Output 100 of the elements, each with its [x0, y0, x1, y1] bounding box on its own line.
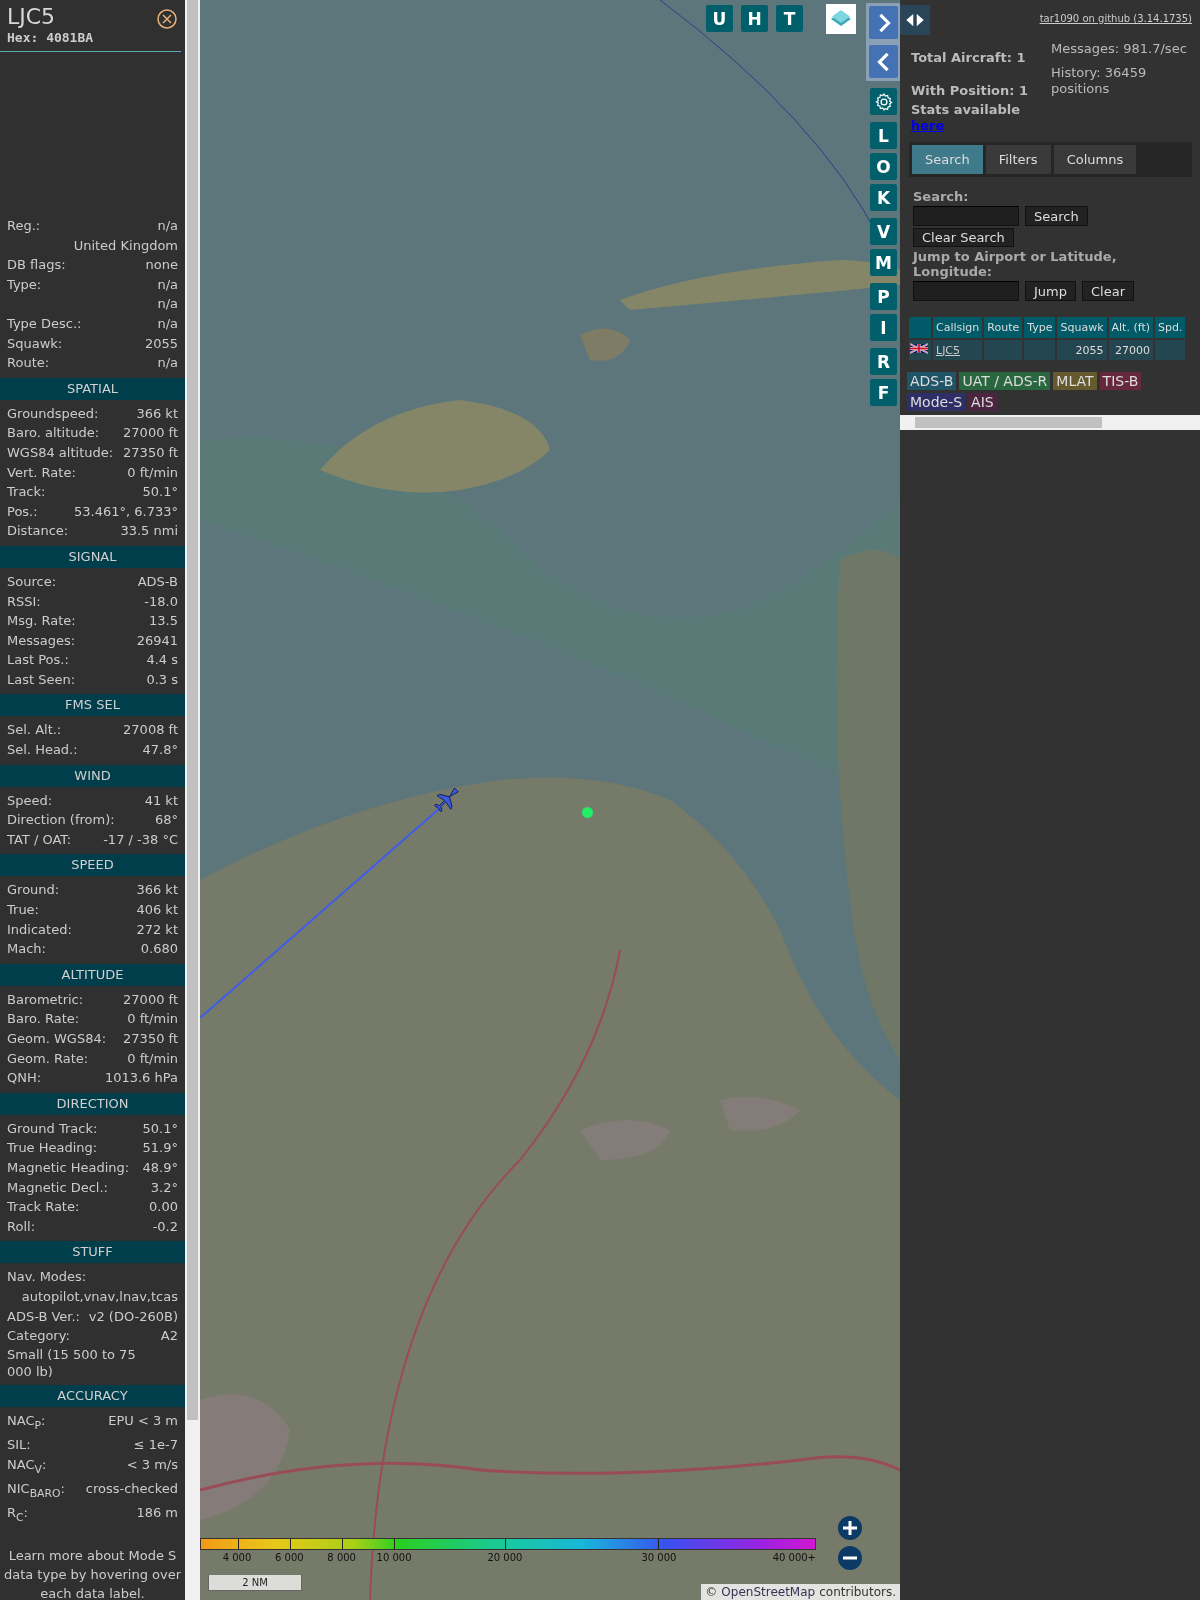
field-label: Ground Track:: [7, 1119, 98, 1138]
tab[interactable]: Columns: [1053, 145, 1137, 174]
table-cell: [984, 340, 1023, 360]
tab[interactable]: Search: [912, 145, 983, 174]
field-label: SIL:: [7, 1435, 31, 1454]
section-header: SPATIAL: [0, 377, 185, 400]
attribution-link[interactable]: OpenStreetMap: [721, 1585, 816, 1599]
expand-button[interactable]: [869, 6, 898, 39]
field-label: Nav. Modes:: [7, 1268, 87, 1287]
field-label: Vert. Rate:: [7, 463, 76, 482]
column-header[interactable]: Callsign: [933, 317, 983, 338]
clear-button[interactable]: Clear: [1082, 281, 1134, 301]
field-value: none: [145, 256, 178, 275]
collapse-button[interactable]: [869, 45, 898, 78]
field-value: 27008 ft: [123, 721, 178, 740]
search-button[interactable]: Search: [1025, 206, 1088, 226]
map-toggle-button[interactable]: R: [870, 348, 897, 375]
field-value: 366 kt: [136, 881, 178, 900]
github-link[interactable]: tar1090 on github (3.14.1735): [1039, 13, 1192, 24]
scale-label: 4 000: [222, 1552, 252, 1563]
section-header: DIRECTION: [0, 1092, 185, 1115]
field-value: v2 (DO-260B): [88, 1307, 178, 1326]
source-tag: AIS: [968, 393, 997, 411]
field-value: n/a: [157, 275, 178, 294]
map-toggle-button[interactable]: L: [870, 122, 897, 149]
settings-button[interactable]: [870, 88, 897, 115]
field-label: Baro. Rate:: [7, 1010, 80, 1029]
field-label: NAC$_{P}$:: [7, 1411, 46, 1434]
horizontal-scrollbar[interactable]: [900, 415, 1200, 430]
field-label: QNH:: [7, 1069, 42, 1088]
layers-button[interactable]: [826, 4, 856, 34]
field-label: Magnetic Decl.:: [7, 1178, 108, 1197]
field-label: Category:: [7, 1327, 70, 1346]
field-value: 51.9°: [142, 1139, 178, 1158]
map-toggle-button[interactable]: M: [870, 249, 897, 276]
scale-label: 40 000+: [772, 1552, 816, 1563]
map-toggle-button[interactable]: F: [870, 379, 897, 406]
field-value: 0 ft/min: [127, 1010, 178, 1029]
callsign-link[interactable]: LJC5: [936, 343, 961, 357]
section-header: FMS SEL: [0, 694, 185, 717]
search-label: Search:: [913, 189, 970, 204]
scale-label: 30 000: [641, 1552, 677, 1563]
map-toggle-button[interactable]: K: [870, 184, 897, 211]
close-icon[interactable]: [157, 9, 177, 29]
field-value: 26941: [136, 631, 178, 650]
field-value: 0 ft/min: [127, 463, 178, 482]
map-toggle-button[interactable]: V: [870, 218, 897, 245]
field-label: Barometric:: [7, 990, 84, 1009]
zoom-out-button[interactable]: [838, 1546, 862, 1570]
section-header: ALTITUDE: [0, 963, 185, 986]
field-value: n/a: [157, 217, 178, 235]
scale-bar: 2 NM: [208, 1575, 302, 1591]
field-value: 272 kt: [136, 920, 178, 939]
column-header[interactable]: Squawk: [1057, 317, 1107, 338]
field-label: Groundspeed:: [7, 404, 99, 423]
field-label: Sel. Head.:: [7, 741, 78, 760]
search-field[interactable]: [913, 206, 1019, 226]
scale-label: 10 000: [376, 1552, 412, 1563]
column-header[interactable]: Spd.: [1155, 317, 1186, 338]
map-toggle-button[interactable]: T: [776, 5, 803, 32]
field-label: NAC$_{V}$:: [7, 1455, 47, 1478]
field-value: n/a: [157, 295, 178, 314]
table-cell: 27000: [1108, 340, 1153, 360]
field-value: 366 kt: [136, 404, 178, 423]
field-label: Mach:: [7, 940, 46, 959]
field-label: Source:: [7, 572, 57, 591]
scale-label: 6 000: [275, 1552, 304, 1563]
clear-search-button[interactable]: Clear Search: [913, 228, 1014, 247]
field-label: Track Rate:: [7, 1198, 80, 1217]
field-label: Baro. altitude:: [7, 424, 100, 443]
field-label: RSSI:: [7, 592, 41, 611]
map-toggle-button[interactable]: U: [706, 5, 733, 32]
section-header: SPEED: [0, 854, 185, 877]
jump-field[interactable]: [913, 281, 1019, 301]
map-toggle-button[interactable]: P: [870, 283, 897, 310]
field-value: 27350 ft: [123, 1030, 178, 1048]
field-value: 13.5: [149, 612, 178, 631]
tab[interactable]: Filters: [985, 145, 1051, 174]
with-position: With Position: 1: [911, 83, 1030, 99]
scale-label: 8 000: [327, 1552, 356, 1563]
column-header[interactable]: Alt. (ft): [1108, 317, 1153, 338]
map-toggle-button[interactable]: I: [870, 314, 897, 341]
source-tag: MLAT: [1053, 372, 1097, 390]
field-label: Geom. WGS84:: [7, 1030, 107, 1048]
field-value: EPU < 3 m: [108, 1411, 178, 1430]
column-header[interactable]: Route: [984, 317, 1023, 338]
message-rate: Messages: 981.7/sec: [1051, 41, 1188, 57]
field-value: 27000 ft: [123, 990, 178, 1009]
field-label: Indicated:: [7, 920, 72, 939]
map-toggle-button[interactable]: H: [741, 5, 768, 32]
zoom-in-button[interactable]: [838, 1516, 862, 1540]
column-header[interactable]: Type: [1024, 317, 1056, 338]
jump-button[interactable]: Jump: [1025, 281, 1076, 301]
map-toggle-button[interactable]: O: [870, 153, 897, 180]
field-value: ADS-B: [137, 572, 178, 591]
total-aircraft: Total Aircraft: 1: [911, 50, 1027, 66]
scrollbar[interactable]: [185, 0, 200, 1600]
field-value: 33.5 nmi: [120, 522, 178, 541]
field-value: 47.8°: [142, 741, 178, 760]
toggle-sidebar-button[interactable]: [900, 5, 930, 35]
